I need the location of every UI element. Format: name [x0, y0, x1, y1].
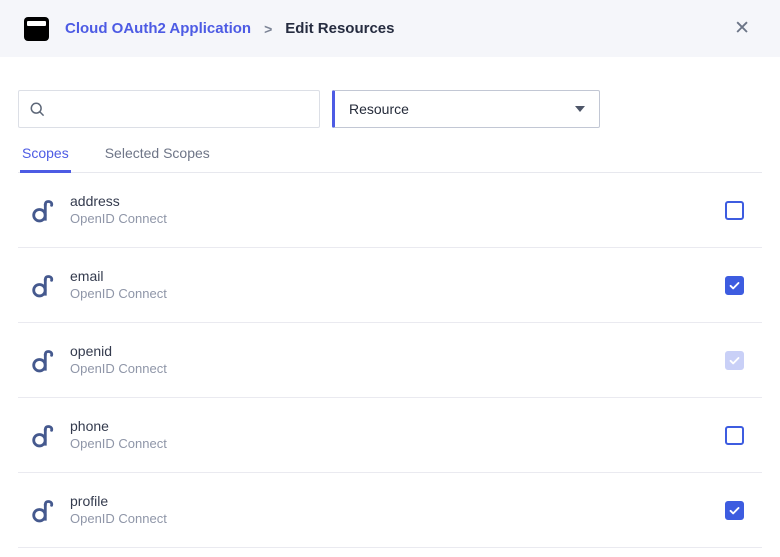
scope-checkbox[interactable] — [725, 276, 744, 295]
scope-provider: OpenID Connect — [70, 287, 167, 302]
openid-connect-icon — [30, 197, 57, 224]
breadcrumb-separator: > — [264, 21, 272, 37]
scope-text: profile OpenID Connect — [70, 493, 167, 526]
scope-name: address — [70, 193, 167, 209]
scope-checkbox[interactable] — [725, 426, 744, 445]
scope-name: email — [70, 268, 167, 284]
scope-name: openid — [70, 343, 167, 359]
search-input[interactable] — [54, 101, 309, 117]
dialog-header: Cloud OAuth2 Application > Edit Resource… — [0, 0, 780, 57]
toolbar: Resource — [18, 90, 762, 128]
scope-list: address OpenID Connect email OpenID Connect… — [18, 173, 762, 548]
search-input-wrapper — [18, 90, 320, 128]
app-window-icon — [24, 17, 49, 41]
page-title: Edit Resources — [285, 20, 394, 37]
openid-connect-icon — [30, 347, 57, 374]
tab-selected-scopes[interactable]: Selected Scopes — [103, 138, 212, 173]
scope-checkbox — [725, 351, 744, 370]
openid-connect-icon — [30, 272, 57, 299]
search-icon — [29, 101, 46, 118]
tab-scopes[interactable]: Scopes — [20, 138, 71, 173]
resource-dropdown-value: Resource — [349, 101, 409, 117]
scope-provider: OpenID Connect — [70, 362, 167, 377]
scope-row: profile OpenID Connect — [18, 473, 762, 548]
breadcrumb-link-app[interactable]: Cloud OAuth2 Application — [65, 20, 251, 37]
scope-provider: OpenID Connect — [70, 212, 167, 227]
close-icon: ✕ — [734, 18, 750, 39]
scope-text: openid OpenID Connect — [70, 343, 167, 376]
scope-text: phone OpenID Connect — [70, 418, 167, 451]
close-button[interactable]: ✕ — [730, 15, 754, 42]
openid-connect-icon — [30, 422, 57, 449]
scope-provider: OpenID Connect — [70, 512, 167, 527]
scope-name: profile — [70, 493, 167, 509]
scope-name: phone — [70, 418, 167, 434]
scope-row: phone OpenID Connect — [18, 398, 762, 473]
scope-text: address OpenID Connect — [70, 193, 167, 226]
resource-dropdown[interactable]: Resource — [332, 90, 600, 128]
scope-row: address OpenID Connect — [18, 173, 762, 248]
scope-row: openid OpenID Connect — [18, 323, 762, 398]
scope-checkbox[interactable] — [725, 501, 744, 520]
openid-connect-icon — [30, 497, 57, 524]
chevron-down-icon — [575, 106, 585, 112]
scope-text: email OpenID Connect — [70, 268, 167, 301]
scope-provider: OpenID Connect — [70, 437, 167, 452]
scope-row: email OpenID Connect — [18, 248, 762, 323]
tab-bar: Scopes Selected Scopes — [18, 138, 762, 173]
breadcrumb: Cloud OAuth2 Application > Edit Resource… — [65, 20, 395, 37]
scope-checkbox[interactable] — [725, 201, 744, 220]
